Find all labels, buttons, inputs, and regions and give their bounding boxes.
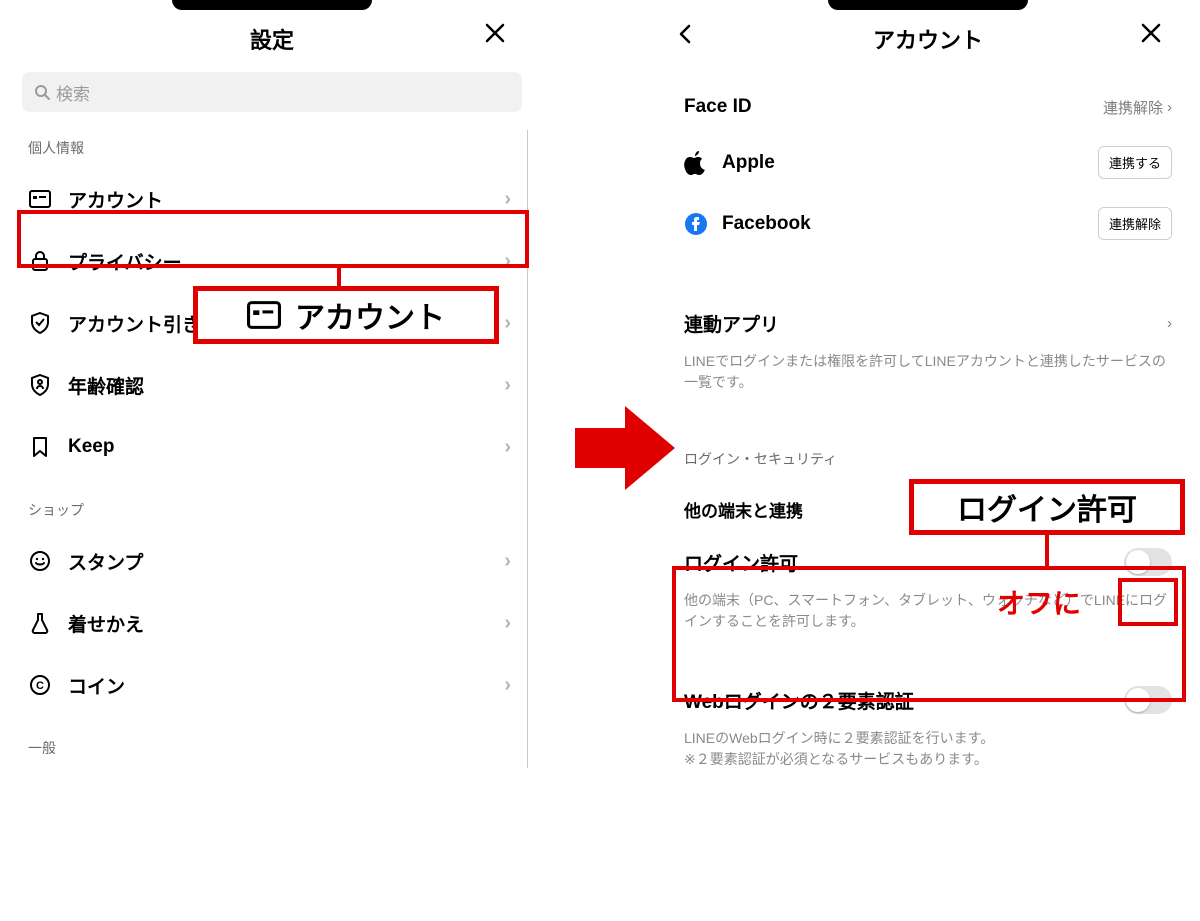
connector-line — [1045, 535, 1049, 566]
topbar: 設定 — [12, 10, 532, 68]
login-allow-desc: 他の端末（PC、スマートフォン、タブレット、ウォッチなど）でLINEにログインす… — [668, 590, 1188, 646]
shield-check-icon — [28, 311, 52, 335]
back-button[interactable] — [676, 22, 716, 46]
row-stamp-label: スタンプ — [68, 548, 504, 575]
apple-link-button[interactable]: 連携する — [1098, 146, 1172, 179]
faceid-label: Face ID — [684, 96, 1103, 118]
row-account-label: アカウント — [68, 186, 504, 213]
row-twofa: Webログインの２要素認証 — [668, 672, 1188, 728]
row-login-allow: ログイン許可 — [668, 526, 1188, 590]
chevron-right-icon: › — [504, 550, 511, 573]
shield-icon — [28, 373, 52, 397]
apple-label: Apple — [722, 152, 1098, 174]
linked-apps-label: 連動アプリ — [684, 310, 1167, 337]
chevron-right-icon: › — [504, 188, 511, 211]
notch — [172, 0, 372, 10]
row-privacy[interactable]: プライバシー › — [12, 230, 527, 292]
facebook-unlink-button[interactable]: 連携解除 — [1098, 207, 1172, 240]
row-keep[interactable]: Keep › — [12, 416, 527, 478]
row-theme[interactable]: 着せかえ › — [12, 592, 527, 654]
coin-icon: C — [28, 673, 52, 697]
facebook-label: Facebook — [722, 213, 1098, 235]
arrow-right-icon — [570, 398, 680, 498]
settings-screen: 設定 検索 個人情報 アカウント › プライバシー › — [12, 0, 532, 921]
close-icon — [1140, 22, 1162, 44]
chevron-right-icon: › — [504, 374, 511, 397]
row-keep-label: Keep — [68, 436, 504, 458]
apple-icon — [684, 150, 712, 176]
close-button[interactable] — [1140, 22, 1180, 44]
faceid-action[interactable]: 連携解除› — [1103, 97, 1172, 118]
row-linked-apps[interactable]: 連動アプリ › — [668, 296, 1188, 351]
page-title: 設定 — [12, 23, 532, 55]
row-apple: Apple 連携する — [668, 132, 1188, 193]
row-coin-label: コイン — [68, 672, 504, 699]
chevron-right-icon: › — [504, 250, 511, 273]
account-icon — [28, 187, 52, 211]
chevron-right-icon: › — [1167, 315, 1172, 332]
chevron-left-icon — [676, 22, 694, 46]
chevron-right-icon: › — [504, 612, 511, 635]
smile-icon — [28, 549, 52, 573]
bookmark-icon — [28, 435, 52, 459]
row-coin[interactable]: C コイン › — [12, 654, 527, 716]
section-login-security: ログイン・セキュリティ — [668, 441, 1188, 479]
chevron-right-icon: › — [504, 312, 511, 335]
search-input[interactable]: 検索 — [22, 72, 522, 112]
notch — [828, 0, 1028, 10]
row-stamp[interactable]: スタンプ › — [12, 530, 527, 592]
linked-apps-desc: LINEでログインまたは権限を許可してLINEアカウントと連携したサービスの一覧… — [668, 351, 1188, 407]
row-faceid[interactable]: Face ID 連携解除› — [668, 68, 1188, 132]
twofa-label: Webログインの２要素認証 — [684, 687, 1124, 714]
chevron-right-icon: › — [504, 436, 511, 459]
lock-icon — [28, 249, 52, 273]
login-allow-label: ログイン許可 — [684, 549, 1124, 576]
section-general: 一般 — [12, 716, 527, 768]
row-privacy-label: プライバシー — [68, 248, 504, 275]
row-age-label: 年齢確認 — [68, 372, 504, 399]
connector-line — [337, 268, 341, 286]
facebook-icon — [684, 212, 712, 236]
callout-login-allow: ログイン許可 — [909, 479, 1185, 535]
callout-account: アカウント — [193, 286, 499, 344]
flask-icon — [28, 611, 52, 635]
close-button[interactable] — [484, 22, 524, 44]
close-icon — [484, 22, 506, 44]
svg-text:C: C — [36, 680, 44, 692]
account-icon — [247, 301, 281, 329]
annotation-off-text: オフに — [997, 582, 1081, 622]
topbar: アカウント — [668, 10, 1188, 68]
page-title: アカウント — [668, 23, 1188, 55]
search-icon — [34, 84, 50, 100]
row-facebook: Facebook 連携解除 — [668, 193, 1188, 254]
account-screen: アカウント Face ID 連携解除› Apple 連携する Facebook … — [668, 0, 1188, 921]
row-age[interactable]: 年齢確認 › — [12, 354, 527, 416]
twofa-desc: LINEのWebログイン時に２要素認証を行います。 ※２要素認証が必須となるサー… — [668, 728, 1188, 784]
section-shop: ショップ — [12, 478, 527, 530]
section-personal: 個人情報 — [12, 130, 527, 168]
chevron-right-icon: › — [1167, 99, 1172, 116]
login-allow-toggle[interactable] — [1124, 548, 1172, 576]
row-account[interactable]: アカウント › — [12, 168, 527, 230]
twofa-toggle[interactable] — [1124, 686, 1172, 714]
search-placeholder: 検索 — [56, 80, 90, 105]
chevron-right-icon: › — [504, 674, 511, 697]
row-theme-label: 着せかえ — [68, 610, 504, 637]
